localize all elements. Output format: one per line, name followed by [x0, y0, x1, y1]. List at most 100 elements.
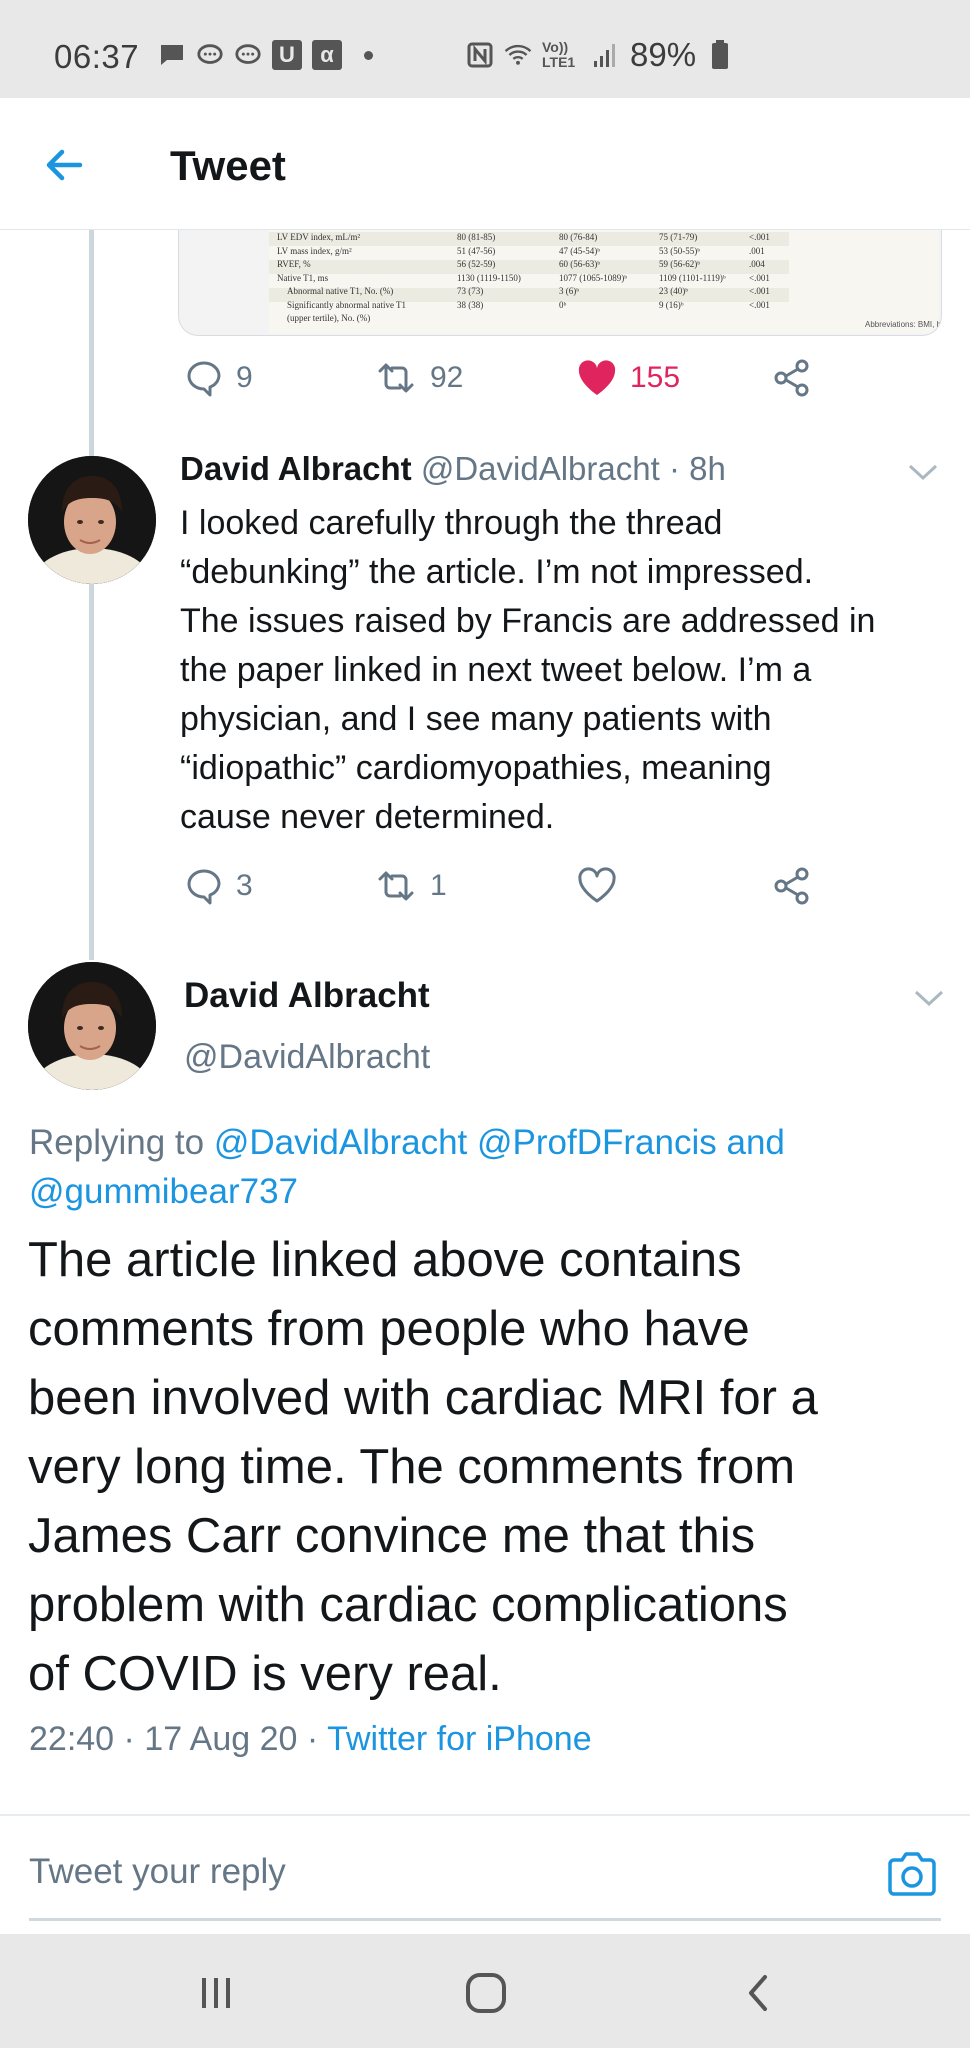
- tweet-media-image[interactable]: LV EDV index, mL/m² 80 (81-85) 80 (76-84) 7…: [178, 230, 942, 336]
- table-cell: 53 (50-55)ᵇ: [659, 245, 701, 256]
- heart-icon: [578, 867, 616, 903]
- page-title: Tweet: [170, 142, 286, 189]
- tweet-text-line: The issues raised by Francis are address…: [180, 602, 876, 640]
- reply-icon: [187, 869, 221, 905]
- author-name[interactable]: David Albracht: [184, 976, 430, 1016]
- top-app-bar: Tweet: [0, 98, 970, 230]
- tweet-actions: 3 1: [180, 866, 820, 916]
- tweet-text-line: physician, and I see many patients with: [180, 700, 772, 738]
- table-row: Abnormal native T1, No. (%) 73 (73) 3 (6)ᵇ…: [269, 286, 829, 298]
- table-cell: 1109 (1101-1119)ᵇ: [659, 272, 726, 283]
- retweet-button[interactable]: 92: [374, 358, 463, 398]
- nfc-icon: [466, 41, 494, 69]
- system-icons: Vo)) LTE1 89%: [466, 36, 734, 74]
- tweet-text: The article linked above contains comment…: [28, 1226, 948, 1709]
- heart-filled-icon: [578, 360, 616, 395]
- like-count: 155: [630, 361, 681, 394]
- table-cell: 80 (81-85): [457, 232, 496, 242]
- tweet-text-line: “debunking” the article. I’m not impress…: [180, 553, 814, 591]
- retweet-icon: [378, 363, 414, 393]
- share-button[interactable]: [772, 358, 812, 398]
- tweet-meta: 22:40 · 17 Aug 20 · Twitter for iPhone: [29, 1720, 592, 1759]
- author-handle[interactable]: @DavidAlbracht: [421, 450, 660, 487]
- tweet-text-line: I looked carefully through the thread: [180, 504, 723, 542]
- tweet-text: I looked carefully through the thread “de…: [180, 499, 960, 842]
- table-cell: 23 (40)ᵇ: [659, 286, 689, 296]
- chat-icon: [158, 41, 186, 69]
- replying-prefix: Replying to: [29, 1123, 205, 1162]
- table-cell: 56 (52-59): [457, 259, 496, 269]
- mention-link[interactable]: @ProfDFrancis: [477, 1123, 717, 1162]
- tweet-text-line: The article linked above contains: [28, 1233, 742, 1287]
- mention-link[interactable]: @gummibear737: [29, 1172, 298, 1211]
- share-button[interactable]: [772, 866, 812, 906]
- tweet-text-line: been involved with cardiac MRI for a: [28, 1371, 818, 1425]
- more-options-button[interactable]: [912, 988, 946, 1008]
- home-button[interactable]: [456, 1970, 516, 2016]
- table-cell: <.001: [749, 286, 770, 296]
- replying-to: Replying to @DavidAlbracht @ProfDFrancis…: [29, 1118, 929, 1216]
- table-cell: (upper tertile), No. (%): [287, 313, 371, 323]
- table-row: (upper tertile), No. (%): [269, 313, 829, 325]
- avatar[interactable]: [28, 456, 156, 584]
- tweet-text-line: comments from people who have: [28, 1302, 750, 1356]
- reply-button[interactable]: 9: [184, 358, 253, 398]
- and-text[interactable]: and: [726, 1123, 784, 1162]
- mention-link[interactable]: @DavidAlbracht: [214, 1123, 467, 1162]
- tweet-text-line: “idiopathic” cardiomyopathies, meaning: [180, 749, 772, 787]
- table-abbreviations: Abbreviations: BMI, body mass index;: [865, 320, 942, 329]
- author-handle[interactable]: @DavidAlbracht: [184, 1038, 430, 1077]
- share-icon: [774, 867, 809, 905]
- table-row: Significantly abnormal native T1 38 (38) 0…: [269, 300, 829, 312]
- table-cell: 60 (56-63)ᵇ: [559, 259, 601, 269]
- table-row: LV EDV index, mL/m² 80 (81-85) 80 (76-84) 7…: [269, 232, 829, 244]
- reply-count: 9: [236, 361, 253, 394]
- reply-button[interactable]: 3: [184, 866, 253, 906]
- table-cell: 80 (76-84): [559, 232, 598, 242]
- profile-photo: [28, 456, 156, 584]
- like-button[interactable]: 155: [576, 358, 680, 398]
- retweet-icon: [378, 871, 414, 901]
- table-cell: .001: [749, 245, 765, 256]
- reply-count: 3: [236, 869, 253, 902]
- back-button[interactable]: [40, 140, 90, 190]
- retweet-button[interactable]: 1: [374, 866, 447, 906]
- table-row: Native T1, ms 1130 (1119-1150) 1077 (1065-…: [269, 273, 829, 285]
- avatar[interactable]: [28, 962, 156, 1090]
- table-cell: 75 (71-79): [659, 232, 698, 242]
- tweet-time: · 8h: [668, 450, 726, 487]
- message-icon: [234, 41, 262, 69]
- battery-icon: [706, 40, 734, 69]
- recent-apps-button[interactable]: [186, 1970, 246, 2016]
- table-row: RVEF, % 56 (52-59) 60 (56-63)ᵇ 59 (56-62)ᵇ.…: [269, 259, 829, 271]
- tweet-source-link[interactable]: Twitter for iPhone: [327, 1720, 592, 1758]
- reply-input-underline: [29, 1918, 941, 1921]
- tweet-text-line: very long time. The comments from: [28, 1440, 796, 1494]
- table-cell: <.001: [749, 232, 770, 242]
- notification-icons: U α: [158, 40, 373, 70]
- profile-photo: [28, 962, 156, 1090]
- tweet-text-line: of COVID is very real.: [28, 1647, 502, 1701]
- table-cell: RVEF, %: [277, 259, 311, 269]
- back-nav-button[interactable]: [728, 1970, 788, 2016]
- table-cell: .004: [749, 259, 765, 269]
- like-button[interactable]: [576, 866, 618, 906]
- reply-input[interactable]: [29, 1852, 879, 1892]
- table-cell: LV EDV index, mL/m²: [277, 232, 361, 242]
- table-cell: 47 (45-54)ᵇ: [559, 245, 601, 256]
- message-icon: [196, 41, 224, 69]
- table-cell: 59 (56-62)ᵇ: [659, 259, 701, 269]
- table-cell: 38 (38): [457, 299, 484, 310]
- table-cell: 3 (6)ᵇ: [559, 286, 580, 296]
- tweet-text-line: cause never determined.: [180, 798, 555, 836]
- table-cell: <.001: [749, 272, 770, 283]
- share-icon: [774, 359, 809, 397]
- author-name[interactable]: David Albracht: [180, 450, 412, 487]
- table-row: LV mass index, g/m² 51 (47-56) 47 (45-54)ᵇ…: [269, 246, 829, 258]
- table-cell: Abnormal native T1, No. (%): [287, 286, 394, 296]
- reply-bar: [0, 1816, 970, 1934]
- camera-button[interactable]: [886, 1850, 938, 1898]
- more-options-button[interactable]: [906, 462, 940, 482]
- reply-icon: [187, 361, 221, 397]
- chevron-down-icon: [914, 990, 944, 1007]
